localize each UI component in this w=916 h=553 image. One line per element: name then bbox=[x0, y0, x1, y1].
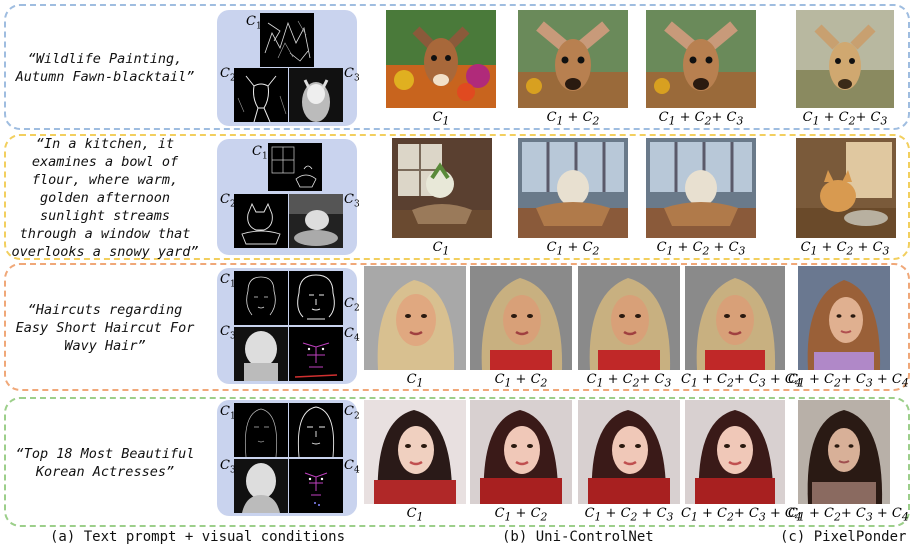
row-1-condition-label-c1: C1 bbox=[246, 14, 262, 32]
row-3-output-label-5: C1 + C2+ C3 + C4 bbox=[788, 372, 909, 390]
row-3-condition-c4 bbox=[289, 327, 343, 381]
row-3-output-4 bbox=[685, 266, 785, 370]
row-2-output-2 bbox=[518, 138, 628, 238]
row-4-condition-label-c3: C3 bbox=[220, 458, 236, 476]
row-4-condition-c1 bbox=[234, 403, 288, 457]
row-3-condition-label-c2: C2 bbox=[344, 296, 360, 314]
row-2-condition-label-c3: C3 bbox=[344, 192, 360, 210]
caption-a: (a) Text prompt + visual conditions bbox=[50, 529, 346, 545]
row-1-output-3 bbox=[646, 10, 756, 108]
row-3-output-label-1: C1 bbox=[406, 372, 424, 390]
row-4-output-label-2: C1 + C2 bbox=[494, 506, 548, 524]
row-4-condition-c2 bbox=[289, 403, 343, 457]
row-3-condition-c3 bbox=[234, 327, 288, 381]
row-2-output-3 bbox=[646, 138, 756, 238]
row-2-condition-c2 bbox=[234, 194, 288, 248]
row-3-condition-c2 bbox=[289, 271, 343, 325]
row-3-condition-label-c1: C1 bbox=[220, 272, 236, 290]
row-2-condition-label-c2: C2 bbox=[220, 192, 236, 210]
row-1-condition-c3 bbox=[289, 68, 343, 122]
row-4-output-2 bbox=[470, 400, 572, 504]
row-4-output-label-3: C1 + C2 + C3 bbox=[584, 506, 674, 524]
caption-c: (c) PixelPonder bbox=[780, 529, 907, 545]
row-1-condition-label-c2: C2 bbox=[220, 66, 236, 84]
row-2-condition-c3 bbox=[289, 194, 343, 248]
row-3-output-1 bbox=[364, 266, 466, 370]
row-2-condition-c1 bbox=[268, 143, 322, 191]
row-2-output-label-3: C1 + C2 + C3 bbox=[656, 240, 746, 258]
row-1-condition-label-c3: C3 bbox=[344, 66, 360, 84]
row-4-output-3 bbox=[578, 400, 680, 504]
row-1-condition-c2 bbox=[234, 68, 288, 122]
row-3-output-2 bbox=[470, 266, 572, 370]
row-4-output-5 bbox=[798, 400, 890, 504]
row-2-output-label-1: C1 bbox=[432, 240, 450, 258]
row-4-condition-label-c2: C2 bbox=[344, 404, 360, 422]
row-1-output-2 bbox=[518, 10, 628, 108]
row-3-output-label-2: C1 + C2 bbox=[494, 372, 548, 390]
row-4-prompt: “Top 18 Most Beautiful Korean Actresses” bbox=[15, 446, 195, 480]
row-4-output-label-4: C1 + C2+ C3 + C4 bbox=[681, 506, 802, 524]
row-4-output-label-1: C1 bbox=[406, 506, 424, 524]
row-4-condition-label-c4: C4 bbox=[344, 458, 360, 476]
row-3-output-label-4: C1 + C2+ C3 + C4 bbox=[681, 372, 802, 390]
row-1-output-4 bbox=[796, 10, 894, 108]
row-2-output-4 bbox=[796, 138, 896, 238]
row-1-output-label-2: C1 + C2 bbox=[546, 110, 600, 128]
row-3-condition-c1 bbox=[234, 271, 288, 325]
row-4-condition-c4 bbox=[289, 459, 343, 513]
row-1-prompt: “Wildlife Painting, Autumn Fawn-blacktai… bbox=[15, 51, 195, 85]
row-1-output-label-1: C1 bbox=[432, 110, 450, 128]
row-2-condition-label-c1: C1 bbox=[252, 144, 268, 162]
row-4-condition-label-c1: C1 bbox=[220, 404, 236, 422]
row-3-output-label-3: C1 + C2+ C3 bbox=[586, 372, 672, 390]
row-4-output-4 bbox=[685, 400, 785, 504]
row-3-output-5 bbox=[798, 266, 890, 370]
row-2-output-1 bbox=[392, 138, 492, 238]
row-2-output-label-4: C1 + C2 + C3 bbox=[800, 240, 890, 258]
row-2-prompt: “In a kitchen, it examines a bowl of flo… bbox=[11, 136, 199, 260]
row-4-output-label-5: C1 + C2+ C3 + C4 bbox=[788, 506, 909, 524]
row-4-condition-c3 bbox=[234, 459, 288, 513]
row-3-condition-label-c3: C3 bbox=[220, 324, 236, 342]
row-3-condition-label-c4: C4 bbox=[344, 326, 360, 344]
row-3-output-3 bbox=[578, 266, 680, 370]
row-2-output-label-2: C1 + C2 bbox=[546, 240, 600, 258]
row-4-output-1 bbox=[364, 400, 466, 504]
row-3-prompt: “Haircuts regarding Easy Short Haircut F… bbox=[15, 302, 195, 354]
row-1-output-1 bbox=[386, 10, 496, 108]
caption-b: (b) Uni-ControlNet bbox=[502, 529, 654, 545]
row-1-condition-c1 bbox=[260, 13, 314, 67]
row-1-output-label-3: C1 + C2+ C3 bbox=[658, 110, 744, 128]
row-1-output-label-4: C1 + C2+ C3 bbox=[802, 110, 888, 128]
